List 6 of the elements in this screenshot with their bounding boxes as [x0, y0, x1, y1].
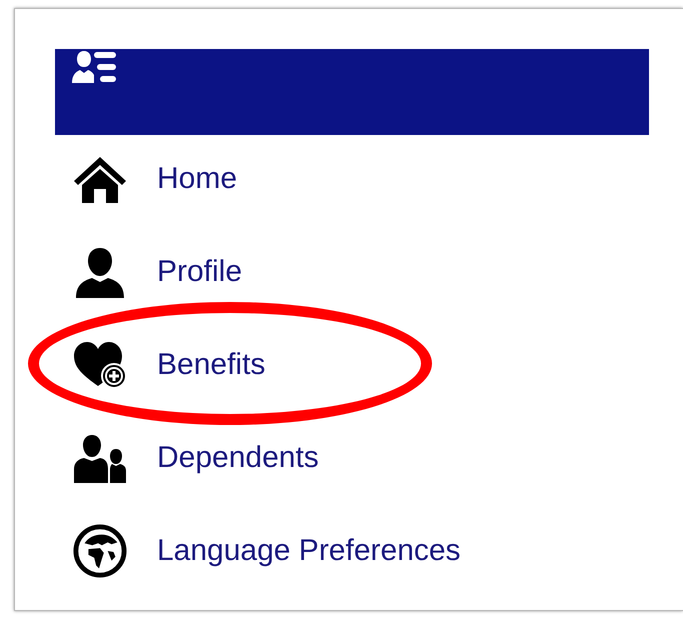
menu-item[interactable]: Benefits — [157, 348, 266, 382]
menu-item[interactable]: Dependents — [157, 440, 319, 474]
menu-item[interactable]: Language Preferences — [157, 534, 461, 568]
menu-item[interactable]: Profile — [157, 254, 242, 288]
globe-icon — [72, 524, 128, 578]
menu-item[interactable]: Home — [157, 162, 238, 196]
